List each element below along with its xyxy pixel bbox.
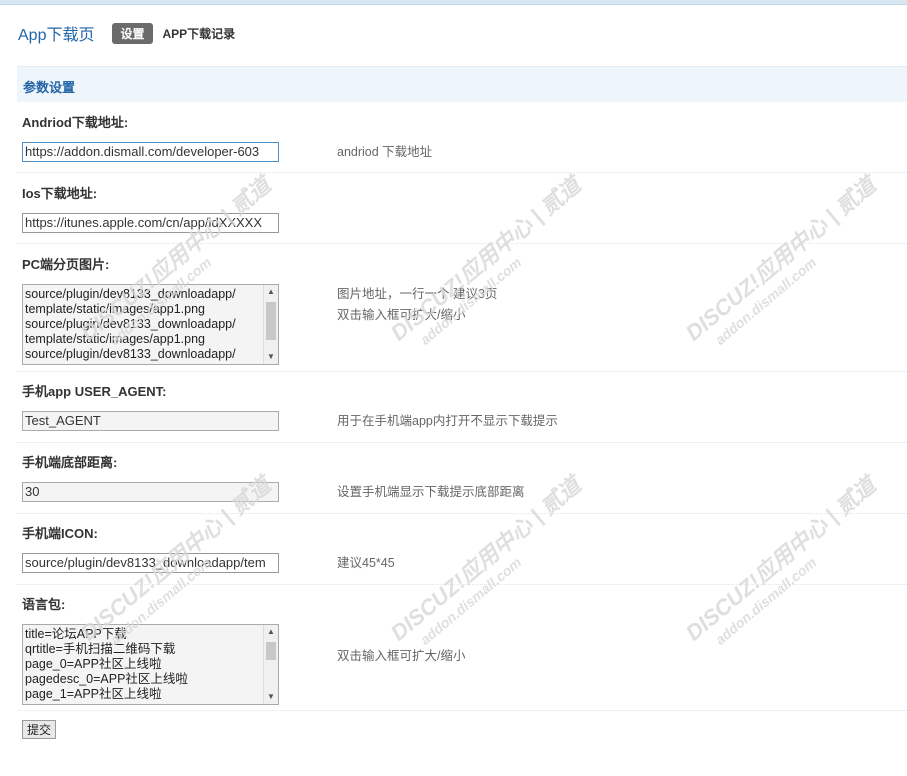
pc-images-tip-resize: 双击输入框可扩大/缩小 <box>337 308 466 322</box>
user-agent-label: 手机app USER_AGENT: <box>22 384 167 399</box>
textarea-scrollbar[interactable]: ▲ ▼ <box>263 625 278 704</box>
page-title: App下载页 <box>18 27 95 44</box>
top-border <box>0 0 907 5</box>
mobile-icon-input[interactable] <box>22 553 279 573</box>
row-divider <box>17 172 907 173</box>
watermark: DISCUZ!应用中心 | 贰道 addon.dismall.com <box>680 472 881 648</box>
mobile-icon-tip: 建议45*45 <box>337 556 395 570</box>
user-agent-input[interactable] <box>22 411 279 431</box>
row-divider <box>17 584 907 585</box>
android-url-tip: andriod 下载地址 <box>337 145 433 159</box>
scrollbar-thumb[interactable] <box>266 642 276 660</box>
pc-images-label: PC端分页图片: <box>22 257 110 272</box>
scroll-up-arrow-icon[interactable]: ▲ <box>264 625 278 639</box>
scroll-down-arrow-icon[interactable]: ▼ <box>264 690 278 704</box>
bottom-distance-input[interactable] <box>22 482 279 502</box>
user-agent-tip: 用于在手机端app内打开不显示下载提示 <box>337 414 558 428</box>
textarea-line: title=论坛APP下载 <box>25 627 127 641</box>
textarea-line: template/static/images/app1.png <box>25 332 205 346</box>
android-url-input[interactable] <box>22 142 279 162</box>
submit-button[interactable]: 提交 <box>22 720 56 739</box>
language-pack-label: 语言包: <box>22 597 66 612</box>
scrollbar-thumb[interactable] <box>266 302 276 340</box>
watermark: DISCUZ!应用中心 | 贰道 addon.dismall.com <box>680 172 881 348</box>
scroll-down-arrow-icon[interactable]: ▼ <box>264 350 278 364</box>
scroll-up-arrow-icon[interactable]: ▲ <box>264 285 278 299</box>
ios-url-input[interactable] <box>22 213 279 233</box>
textarea-line: source/plugin/dev8133_downloadapp/ <box>25 287 236 301</box>
ios-url-label: Ios下载地址: <box>22 186 98 201</box>
language-pack-textarea[interactable]: title=论坛APP下载 qrtitle=手机扫描二维码下载 page_0=A… <box>22 624 279 705</box>
page-header: App下载页 设置 APP下载记录 <box>18 22 235 44</box>
language-pack-tip: 双击输入框可扩大/缩小 <box>337 649 466 663</box>
bottom-distance-tip: 设置手机端显示下载提示底部距离 <box>337 485 525 499</box>
textarea-line: source/plugin/dev8133_downloadapp/ <box>25 347 236 361</box>
pc-images-tip: 图片地址，一行一个 建议3页 <box>337 287 498 301</box>
row-divider <box>17 243 907 244</box>
textarea-line: page_1=APP社区上线啦 <box>25 687 162 701</box>
pc-images-textarea[interactable]: source/plugin/dev8133_downloadapp/ templ… <box>22 284 279 365</box>
textarea-line: source/plugin/dev8133_downloadapp/ <box>25 317 236 331</box>
textarea-line: qrtitle=手机扫描二维码下载 <box>25 642 176 656</box>
textarea-scrollbar[interactable]: ▲ ▼ <box>263 285 278 364</box>
watermark: DISCUZ!应用中心 | 贰道 addon.dismall.com <box>385 172 586 348</box>
tab-settings[interactable]: 设置 <box>112 22 153 44</box>
mobile-icon-label: 手机端ICON: <box>22 526 98 541</box>
tab-download-records[interactable]: APP下载记录 <box>163 25 236 42</box>
textarea-line: template/static/images/app1.png <box>25 302 205 316</box>
section-header: 参数设置 <box>17 66 907 102</box>
row-divider <box>17 371 907 372</box>
textarea-line: pagedesc_0=APP社区上线啦 <box>25 672 188 686</box>
textarea-line: page_0=APP社区上线啦 <box>25 657 162 671</box>
section-title: 参数设置 <box>23 80 76 95</box>
android-url-label: Andriod下载地址: <box>22 115 129 130</box>
row-divider <box>17 710 907 711</box>
bottom-distance-label: 手机端底部距离: <box>22 455 118 470</box>
row-divider <box>17 513 907 514</box>
row-divider <box>17 442 907 443</box>
